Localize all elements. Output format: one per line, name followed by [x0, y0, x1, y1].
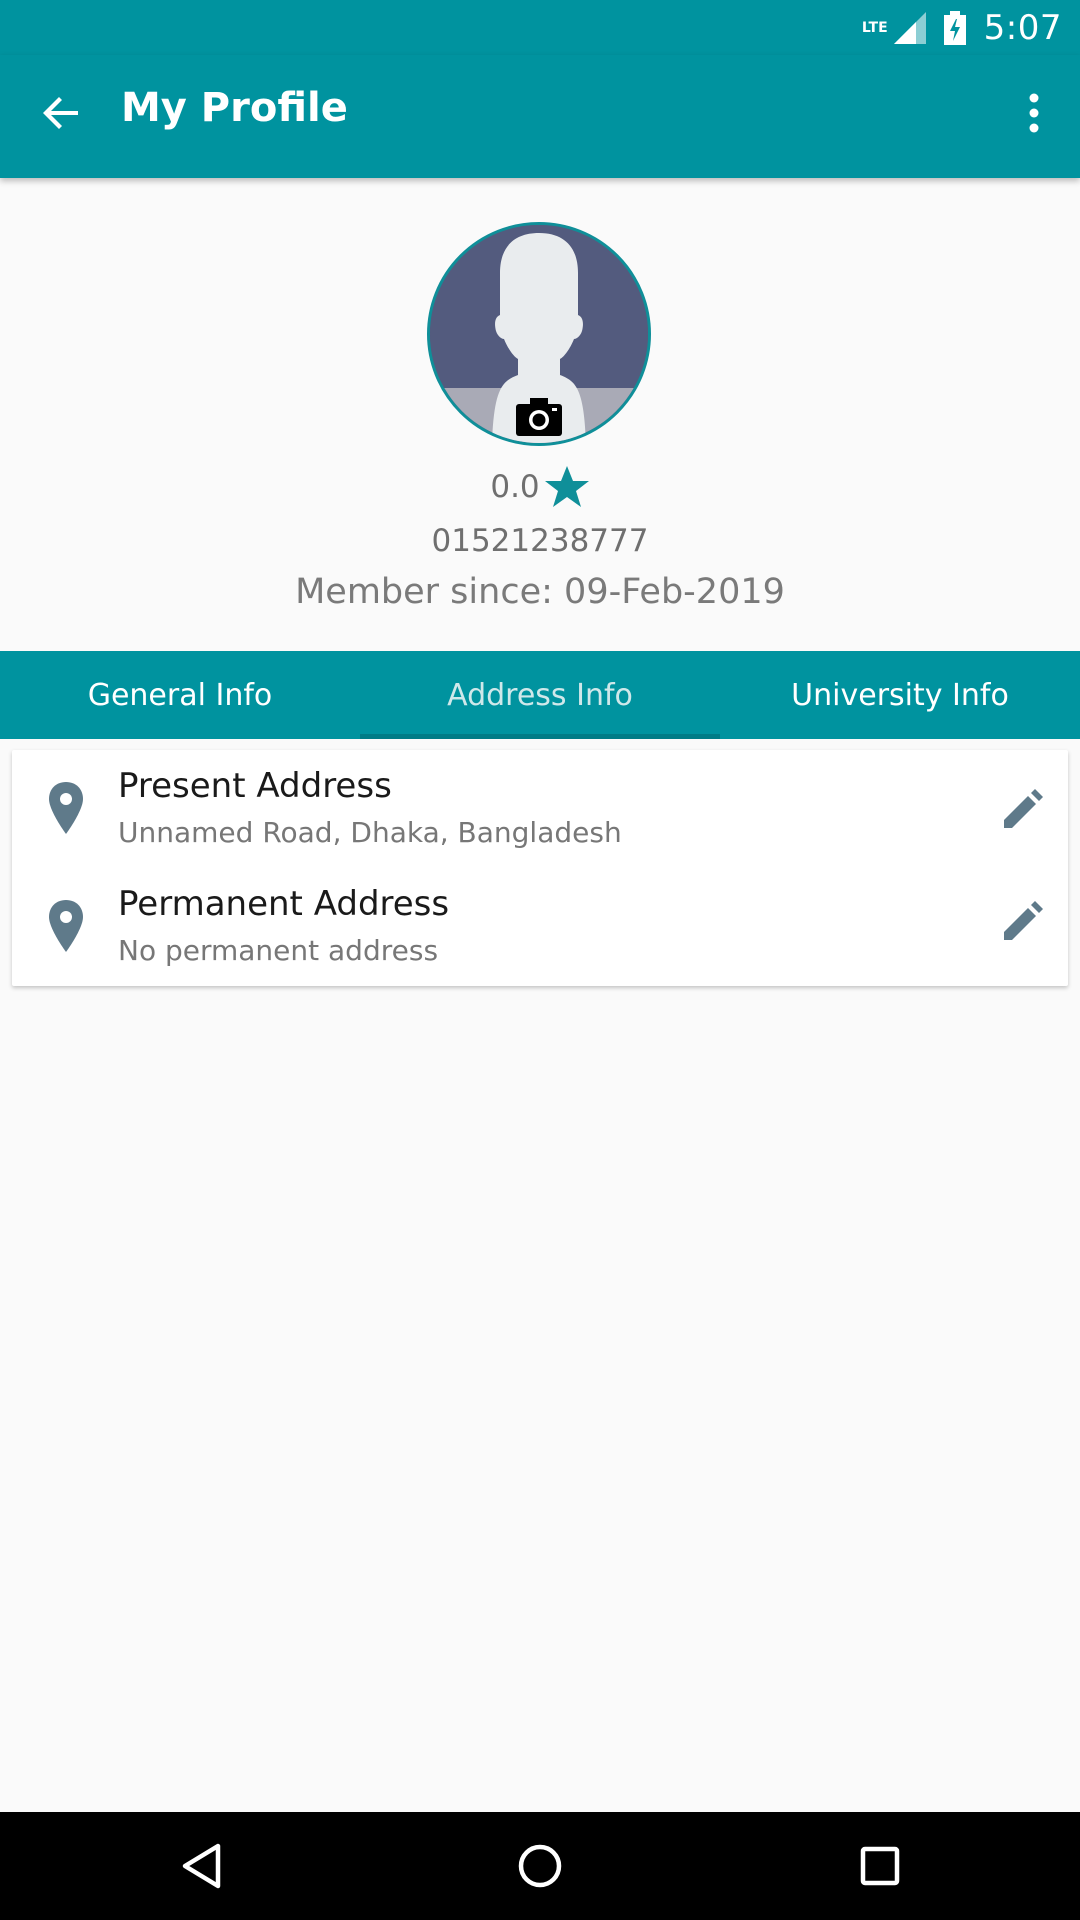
tab-university-info[interactable]: University Info	[720, 651, 1080, 739]
status-bar: LTE 5:07	[0, 0, 1080, 55]
phone-number: 01521238777	[431, 523, 649, 559]
lte-signal-icon: LTE	[861, 11, 926, 44]
nav-back-icon	[182, 1843, 221, 1889]
more-vert-icon	[1029, 93, 1039, 133]
tab-address-info[interactable]: Address Info	[360, 651, 720, 739]
rating-row: 0.0	[0, 460, 1080, 514]
member-since-label: Member since:	[295, 572, 553, 612]
camera-icon[interactable]	[516, 398, 562, 436]
nav-recents-icon	[860, 1846, 900, 1886]
arrow-back-icon	[43, 97, 78, 129]
overflow-menu-button[interactable]	[1002, 77, 1066, 149]
edit-pencil-icon	[1004, 789, 1043, 828]
avatar[interactable]	[427, 222, 651, 446]
edit-permanent-address-button[interactable]	[994, 890, 1054, 950]
nav-recents-button[interactable]	[850, 1836, 910, 1896]
nav-back-button[interactable]	[172, 1836, 232, 1896]
location-pin-icon	[49, 900, 83, 952]
present-address-row[interactable]: Present Address Unnamed Road, Dhaka, Ban…	[12, 750, 1068, 868]
profile-screen: LTE 5:07 My Profile 0.0 01521238777 Memb…	[0, 0, 1080, 1920]
tab-general-info[interactable]: General Info	[0, 651, 360, 739]
member-since-date: 09-Feb-2019	[564, 572, 785, 612]
signal-icon	[893, 11, 926, 44]
edit-pencil-icon	[1004, 901, 1043, 940]
star-icon	[544, 466, 589, 507]
present-address-title: Present Address	[118, 766, 392, 806]
rating-value: 0.0	[490, 469, 540, 505]
clock-time: 5:07	[983, 7, 1062, 48]
network-type-label: LTE	[861, 19, 888, 36]
address-card: Present Address Unnamed Road, Dhaka, Ban…	[12, 750, 1068, 986]
page-title: My Profile	[121, 85, 348, 131]
permanent-address-title: Permanent Address	[118, 884, 450, 924]
member-since: Member since: 09-Feb-2019	[0, 572, 1080, 612]
nav-home-icon	[518, 1844, 562, 1888]
permanent-address-row[interactable]: Permanent Address No permanent address	[12, 868, 1068, 986]
battery-charging-icon	[943, 10, 966, 45]
edit-present-address-button[interactable]	[994, 778, 1054, 838]
app-bar: My Profile	[0, 55, 1080, 178]
nav-home-button[interactable]	[510, 1836, 570, 1896]
profile-tabs: General Info Address Info University Inf…	[0, 651, 1080, 739]
back-button[interactable]	[26, 77, 98, 149]
system-navigation-bar	[0, 1812, 1080, 1920]
permanent-address-value: No permanent address	[118, 934, 439, 967]
present-address-value: Unnamed Road, Dhaka, Bangladesh	[118, 816, 622, 849]
location-pin-icon	[49, 782, 83, 834]
